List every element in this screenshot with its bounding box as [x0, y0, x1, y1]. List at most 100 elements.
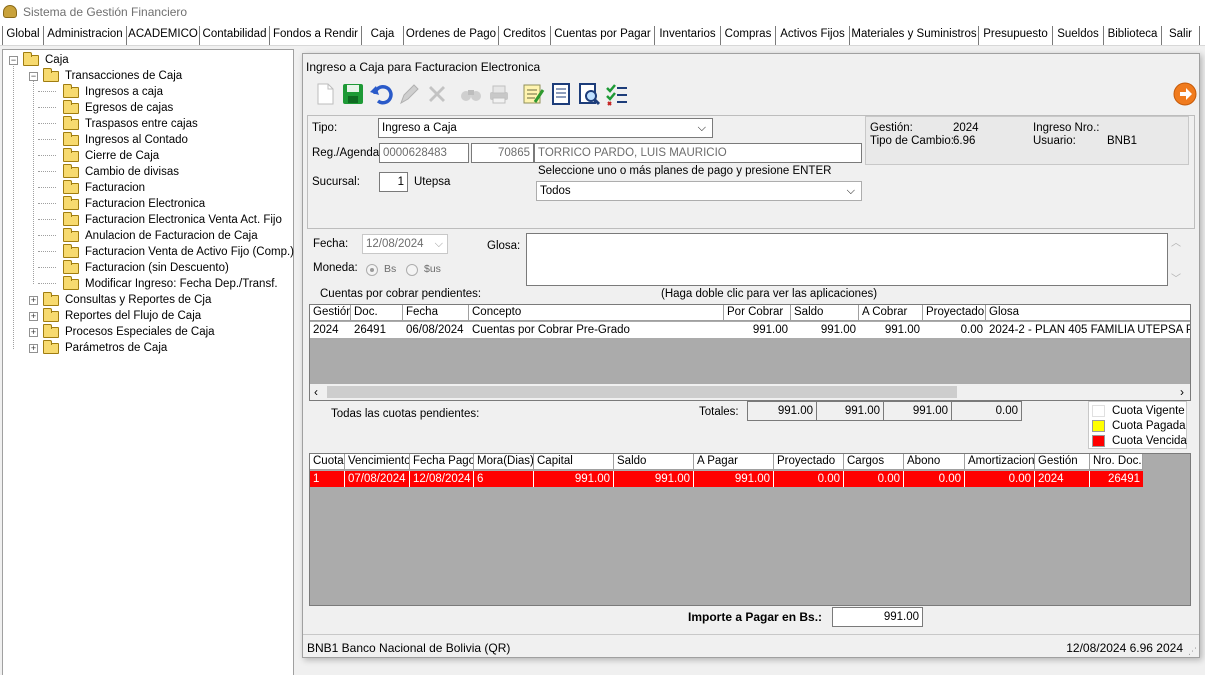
- col-header[interactable]: Gestión: [310, 305, 351, 321]
- cell: 2024-2 - PLAN 405 FAMILIA UTEPSA P: [989, 324, 1191, 336]
- col-header[interactable]: Proyectado: [923, 305, 986, 321]
- scroll-right-icon[interactable]: ›: [1180, 385, 1184, 399]
- print-icon[interactable]: [487, 82, 511, 106]
- moneda-usd-radio[interactable]: [406, 264, 418, 276]
- menu-ordenes-de-pago[interactable]: Ordenes de Pago: [404, 26, 499, 45]
- menu-sueldos[interactable]: Sueldos: [1053, 26, 1104, 45]
- tree-item-facturacion-electronica-activo[interactable]: Facturacion Electronica Venta Act. Fijo: [61, 212, 282, 228]
- tipo-select[interactable]: Ingreso a Caja ⌵: [378, 118, 713, 138]
- tree-item-cambio-de-divisas[interactable]: Cambio de divisas: [61, 164, 179, 180]
- tree-item-traspasos-entre-cajas[interactable]: Traspasos entre cajas: [61, 116, 198, 132]
- search-binoculars-icon[interactable]: [459, 82, 483, 106]
- importe-input[interactable]: 991.00: [832, 607, 923, 627]
- col-header[interactable]: Glosa: [986, 305, 1190, 321]
- tree-item-anulacion-facturacion[interactable]: Anulacion de Facturacion de Caja: [61, 228, 258, 244]
- save-icon[interactable]: [341, 82, 365, 106]
- tree-transacciones-de-caja[interactable]: Transacciones de Caja: [41, 68, 182, 84]
- menu-creditos[interactable]: Creditos: [499, 26, 551, 45]
- menu-fondos-a-rendir[interactable]: Fondos a Rendir: [270, 26, 362, 45]
- col-header[interactable]: Proyectado: [774, 454, 844, 470]
- menu-caja[interactable]: Caja: [362, 26, 404, 45]
- todas-cuotas-label: Todas las cuotas pendientes:: [331, 408, 480, 420]
- menu-cuentas-por-pagar[interactable]: Cuentas por Pagar: [551, 26, 655, 45]
- reg-agenda-input[interactable]: 0000628483: [379, 143, 469, 163]
- delete-icon[interactable]: [425, 82, 449, 106]
- col-header[interactable]: Por Cobrar: [724, 305, 791, 321]
- tree-reportes-flujo[interactable]: Reportes del Flujo de Caja: [41, 308, 201, 324]
- expand-consultas-icon[interactable]: +: [29, 296, 38, 305]
- menu-biblioteca[interactable]: Biblioteca: [1104, 26, 1162, 45]
- col-header[interactable]: Abono: [904, 454, 965, 470]
- scroll-left-icon[interactable]: ‹: [314, 385, 318, 399]
- code-input[interactable]: 70865: [471, 143, 534, 163]
- tipo-label: Tipo:: [312, 122, 338, 134]
- notes-icon[interactable]: [521, 82, 545, 106]
- col-header[interactable]: Amortizacion: [965, 454, 1035, 470]
- tree-item-ingresos-a-caja[interactable]: Ingresos a caja: [61, 84, 163, 100]
- expand-reportes-flujo-icon[interactable]: +: [29, 312, 38, 321]
- col-header[interactable]: Fecha Pago: [410, 454, 474, 470]
- menu-activos-fijos[interactable]: Activos Fijos: [776, 26, 850, 45]
- sucursal-input[interactable]: 1: [379, 172, 408, 192]
- undo-icon[interactable]: [369, 82, 393, 106]
- checklist-icon[interactable]: [605, 82, 629, 106]
- scroll-up-icon[interactable]: ︿: [1171, 234, 1181, 249]
- scroll-thumb[interactable]: [327, 386, 957, 398]
- col-header[interactable]: Saldo: [614, 454, 694, 470]
- table-row[interactable]: 2024 26491 06/08/2024 Cuentas por Cobrar…: [310, 322, 1191, 338]
- scroll-down-icon[interactable]: ﹀: [1171, 270, 1181, 285]
- tree-item-cierre-de-caja[interactable]: Cierre de Caja: [61, 148, 159, 164]
- glosa-textarea[interactable]: [526, 233, 1168, 286]
- menu-materiales-suministros[interactable]: Materiales y Suministros: [850, 26, 979, 45]
- tree-procesos-especiales[interactable]: Procesos Especiales de Caja: [41, 324, 215, 340]
- tree-item-modificar-ingreso[interactable]: Modificar Ingreso: Fecha Dep./Transf.: [61, 276, 278, 292]
- tree-parametros-de-caja[interactable]: Parámetros de Caja: [41, 340, 167, 356]
- col-header[interactable]: Mora(Dias): [474, 454, 534, 470]
- tree-item-facturacion-sin-descuento[interactable]: Facturacion (sin Descuento): [61, 260, 229, 276]
- tree-item-facturacion[interactable]: Facturacion: [61, 180, 145, 196]
- document-list-icon[interactable]: [549, 82, 573, 106]
- col-header[interactable]: Saldo: [791, 305, 859, 321]
- exit-arrow-icon[interactable]: [1173, 82, 1197, 106]
- col-header[interactable]: Nro. Doc.: [1090, 454, 1143, 470]
- collapse-root-icon[interactable]: −: [9, 56, 18, 65]
- tree-item-egresos-de-cajas[interactable]: Egresos de cajas: [61, 100, 173, 116]
- expand-parametros-icon[interactable]: +: [29, 344, 38, 353]
- edit-pencil-icon[interactable]: [397, 82, 421, 106]
- col-header[interactable]: Vencimiento: [345, 454, 410, 470]
- collapse-group-icon[interactable]: −: [29, 72, 38, 81]
- moneda-bs-radio[interactable]: [366, 264, 378, 276]
- planes-select[interactable]: Todos ⌵: [536, 181, 862, 201]
- col-header[interactable]: Gestión: [1035, 454, 1090, 470]
- tree-item-facturacion-venta-activo[interactable]: Facturacion Venta de Activo Fijo (Comp.): [61, 244, 294, 260]
- col-header[interactable]: Concepto: [469, 305, 724, 321]
- expand-procesos-icon[interactable]: +: [29, 328, 38, 337]
- menu-compras[interactable]: Compras: [721, 26, 776, 45]
- name-input[interactable]: TORRICO PARDO, LUIS MAURICIO: [534, 143, 862, 163]
- tree-item-ingresos-al-contado[interactable]: Ingresos al Contado: [61, 132, 188, 148]
- menu-inventarios[interactable]: Inventarios: [655, 26, 721, 45]
- menu-global[interactable]: Global: [2, 26, 44, 45]
- tree-root-caja[interactable]: Caja: [21, 52, 69, 68]
- tree-item-facturacion-electronica[interactable]: Facturacion Electronica: [61, 196, 205, 212]
- menu-salir[interactable]: Salir: [1162, 26, 1200, 45]
- horizontal-scrollbar[interactable]: ‹ ›: [310, 384, 1190, 400]
- table-row[interactable]: 1 07/08/2024 12/08/2024 6 991.00 991.00 …: [310, 471, 1143, 487]
- fecha-picker[interactable]: 12/08/2024 ⌵: [362, 234, 448, 254]
- col-header[interactable]: A Pagar: [694, 454, 774, 470]
- menu-academico[interactable]: ACADEMICO: [127, 26, 200, 45]
- col-header[interactable]: A Cobrar: [859, 305, 923, 321]
- col-header[interactable]: Cuota: [310, 454, 345, 470]
- tree-consultas-reportes[interactable]: Consultas y Reportes de Cja: [41, 292, 211, 308]
- col-header[interactable]: Cargos: [844, 454, 904, 470]
- totales-label: Totales:: [699, 406, 739, 418]
- new-icon[interactable]: [313, 82, 337, 106]
- menu-administracion[interactable]: Administracion: [44, 26, 127, 45]
- col-header[interactable]: Capital: [534, 454, 614, 470]
- preview-icon[interactable]: [577, 82, 601, 106]
- col-header[interactable]: Doc.: [351, 305, 403, 321]
- col-header[interactable]: Fecha: [403, 305, 469, 321]
- menu-presupuesto[interactable]: Presupuesto: [979, 26, 1053, 45]
- resize-grip-icon[interactable]: ⋰: [1188, 646, 1197, 657]
- menu-contabilidad[interactable]: Contabilidad: [200, 26, 270, 45]
